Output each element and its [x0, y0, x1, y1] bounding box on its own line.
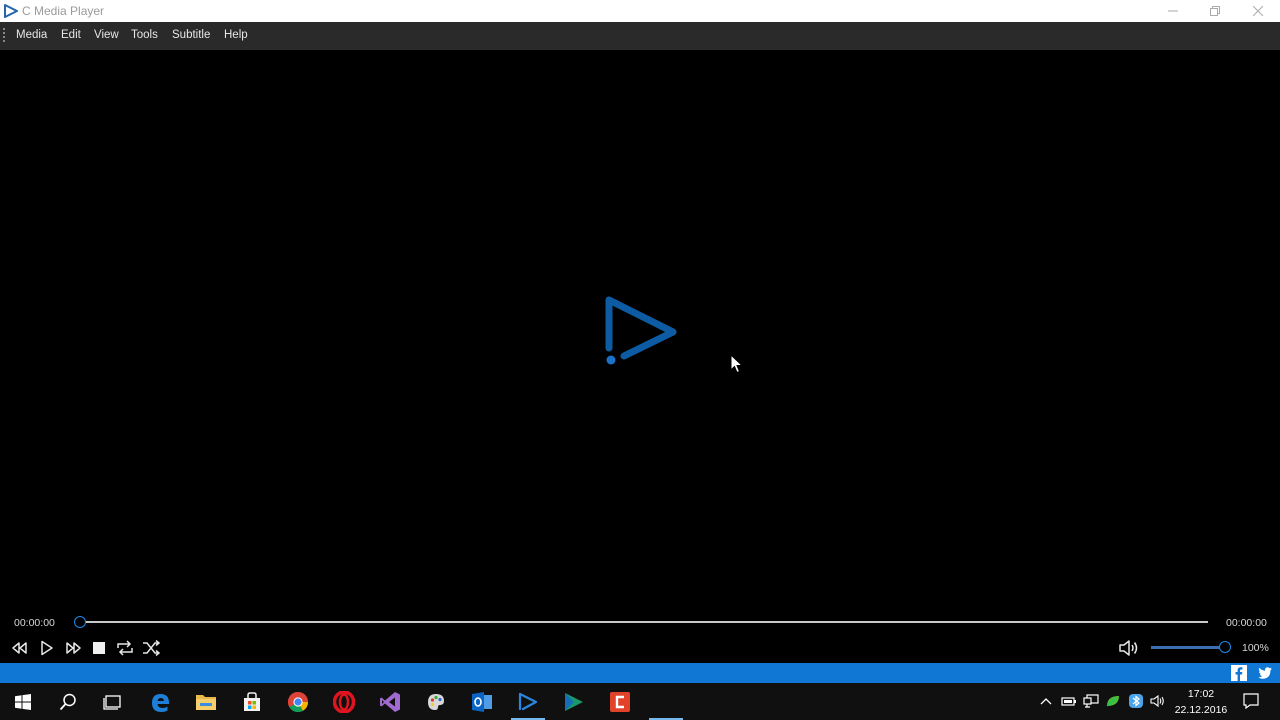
volume-thumb[interactable]: [1219, 641, 1231, 653]
tray-network[interactable]: [1082, 692, 1100, 710]
store-icon: [244, 691, 260, 711]
tray-volume[interactable]: [1149, 692, 1167, 710]
stop-icon: [93, 642, 105, 654]
toolbar-grip[interactable]: [3, 28, 6, 44]
rewind-button[interactable]: [10, 639, 30, 657]
clock-time: 17:02: [1187, 688, 1215, 700]
file-explorer-icon: [196, 694, 216, 710]
speaker-icon: [1150, 694, 1164, 708]
task-view-icon: [103, 694, 121, 710]
outlook-icon: [472, 691, 492, 712]
notification-icon: [1243, 693, 1259, 709]
twitter-icon: [1258, 667, 1272, 679]
c-media-player-icon: [518, 692, 538, 710]
menu-tools[interactable]: Tools: [131, 29, 158, 41]
paint-icon: [428, 693, 444, 710]
opera-icon: [333, 690, 355, 713]
seek-bar[interactable]: [80, 621, 1208, 623]
mouse-cursor-icon: [730, 354, 744, 374]
tray-bluetooth[interactable]: [1127, 692, 1145, 710]
minimize-icon: [1168, 10, 1178, 12]
opera-button[interactable]: [321, 683, 367, 720]
c-media-player-taskbar-button[interactable]: [505, 683, 551, 720]
leaf-icon: [1106, 696, 1119, 707]
minimize-button[interactable]: [1151, 0, 1195, 22]
volume-slider[interactable]: [1151, 646, 1225, 649]
store-button[interactable]: [229, 683, 275, 720]
play-icon: [41, 640, 53, 656]
task-view-button[interactable]: [90, 683, 136, 720]
seek-thumb[interactable]: [74, 616, 86, 628]
visual-studio-icon: [380, 691, 400, 712]
windows-taskbar: 17:02 22.12.2016: [0, 683, 1280, 720]
twitter-button[interactable]: [1257, 665, 1273, 681]
chrome-button[interactable]: [275, 683, 321, 720]
close-button[interactable]: [1236, 0, 1280, 22]
repeat-icon: [117, 640, 133, 656]
start-button[interactable]: [0, 683, 46, 720]
search-icon: [59, 693, 76, 710]
restore-icon: [1210, 6, 1220, 16]
tray-app-green[interactable]: [1104, 692, 1122, 710]
facebook-icon: [1231, 665, 1247, 681]
volume-icon[interactable]: [1118, 639, 1140, 657]
menu-bar: Media Edit View Tools Subtitle Help: [0, 22, 1280, 50]
stop-button[interactable]: [89, 639, 109, 657]
volume-percent: 100%: [1242, 642, 1269, 654]
app-logo-icon: [4, 4, 18, 18]
status-strip: [0, 663, 1280, 683]
current-time: 00:00:00: [14, 617, 55, 629]
repeat-button[interactable]: [115, 639, 135, 657]
edge-icon: [152, 693, 169, 712]
bluetooth-icon: [1129, 694, 1143, 708]
fast-forward-button[interactable]: [63, 639, 83, 657]
shuffle-button[interactable]: [142, 639, 162, 657]
player-logo-icon: [605, 296, 677, 365]
media-app-button[interactable]: [551, 683, 597, 720]
restore-button[interactable]: [1193, 0, 1237, 22]
menu-media[interactable]: Media: [16, 29, 47, 41]
battery-icon: [1061, 697, 1076, 706]
fast-forward-icon: [66, 642, 81, 654]
menu-view[interactable]: View: [94, 29, 119, 41]
menu-help[interactable]: Help: [224, 29, 248, 41]
facebook-button[interactable]: [1231, 665, 1247, 681]
network-icon: [1083, 694, 1099, 708]
chrome-icon: [287, 691, 309, 712]
taskbar-clock[interactable]: 17:02 22.12.2016: [1172, 686, 1230, 718]
total-time: 00:00:00: [1226, 617, 1267, 629]
app-button[interactable]: [597, 683, 643, 720]
title-bar: C Media Player: [0, 0, 1280, 22]
paint-button[interactable]: [413, 683, 459, 720]
menu-edit[interactable]: Edit: [61, 29, 81, 41]
start-icon: [15, 693, 31, 710]
visual-studio-button[interactable]: [367, 683, 413, 720]
shuffle-icon: [143, 640, 161, 656]
outlook-button[interactable]: [459, 683, 505, 720]
player-controls: 00:00:00 00:00:00 100%: [0, 612, 1280, 663]
window-title: C Media Player: [22, 4, 105, 18]
close-icon: [1253, 6, 1263, 16]
show-hidden-icons-button[interactable]: [1037, 692, 1055, 710]
menu-subtitle[interactable]: Subtitle: [172, 29, 210, 41]
tray-battery[interactable]: [1060, 692, 1078, 710]
app-icon: [610, 691, 630, 712]
clock-date: 22.12.2016: [1174, 704, 1228, 716]
file-explorer-button[interactable]: [183, 683, 229, 720]
rewind-icon: [12, 642, 27, 654]
play-button[interactable]: [37, 639, 57, 657]
search-button[interactable]: [45, 683, 91, 720]
chevron-up-icon: [1040, 698, 1052, 705]
edge-button[interactable]: [137, 683, 183, 720]
media-app-icon: [565, 692, 583, 711]
action-center-button[interactable]: [1242, 692, 1260, 710]
active-window-indicator[interactable]: [643, 683, 689, 720]
